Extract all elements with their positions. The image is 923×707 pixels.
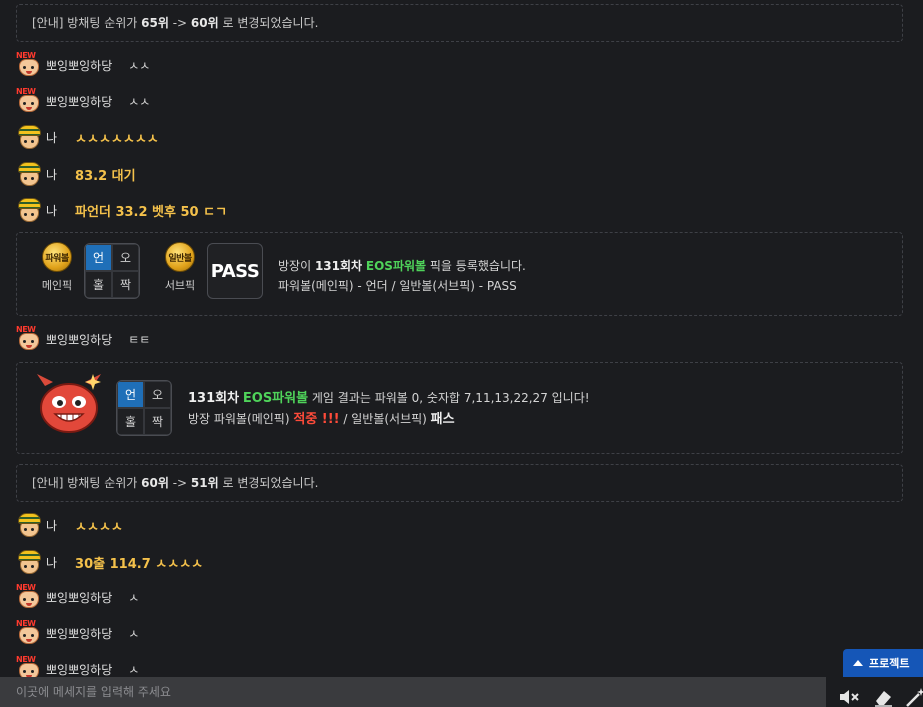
user-nickname[interactable]: 뽀잉뽀잉하당 <box>46 57 112 74</box>
user-avatar[interactable]: NEW <box>16 655 42 677</box>
message-text: ㅌㅌ <box>128 332 151 347</box>
pick-card: 파워볼 메인픽 언 오 홀 짝 일반볼 서브픽 PASS 방장이 131회차 E… <box>16 232 903 316</box>
result-card: 언 오 홀 짝 131회차 EOS파워볼 게임 결과는 파워볼 0, 숫자합 7… <box>16 362 903 454</box>
message-text: ㅅㅅ <box>128 94 151 109</box>
chat-message: 나 ㅅㅅㅅㅅㅅㅅㅅ <box>16 123 159 151</box>
pick-over: 오 <box>112 244 139 271</box>
pick-odd: 홀 <box>85 271 112 298</box>
user-nickname[interactable]: 나 <box>46 166 57 183</box>
message-input-bar <box>0 677 826 707</box>
message-text: ㅅㅅㅅㅅ <box>75 519 123 535</box>
my-avatar[interactable] <box>16 197 42 223</box>
magic-wand-icon[interactable] <box>904 687 923 707</box>
mute-speaker-icon[interactable] <box>838 687 860 707</box>
user-nickname[interactable]: 뽀잉뽀잉하당 <box>46 625 112 642</box>
chat-tools <box>826 677 923 707</box>
chat-message: 나 30출 114.7 ㅅㅅㅅㅅ <box>16 548 203 576</box>
user-nickname[interactable]: 뽀잉뽀잉하당 <box>46 93 112 110</box>
user-avatar[interactable]: NEW <box>16 583 42 610</box>
eraser-icon[interactable] <box>872 687 894 707</box>
result-card-text: 131회차 EOS파워볼 게임 결과는 파워볼 0, 숫자합 7,11,13,2… <box>188 388 590 430</box>
message-input[interactable] <box>16 685 796 699</box>
main-pick-grid: 언 오 홀 짝 <box>84 243 140 299</box>
my-avatar[interactable] <box>16 549 42 575</box>
message-text: 파언더 33.2 벳후 50 ㄷㄱ <box>75 204 228 220</box>
result-grid: 언 오 홀 짝 <box>116 380 172 436</box>
message-text: ㅅ <box>128 626 140 641</box>
main-pick: 파워볼 메인픽 <box>35 242 79 293</box>
my-avatar[interactable] <box>16 124 42 150</box>
user-avatar[interactable]: NEW <box>16 619 42 646</box>
normalball-icon: 일반볼 <box>165 242 195 272</box>
user-nickname[interactable]: 나 <box>46 517 57 534</box>
devil-mascot-icon <box>37 374 101 433</box>
sub-pick-label: 서브픽 <box>164 279 196 292</box>
main-pick-label: 메인픽 <box>41 279 73 292</box>
pick-line-1: 방장이 131회차 EOS파워볼 픽을 등록했습니다. <box>278 259 526 273</box>
pass-badge: PASS <box>207 243 263 299</box>
chat-message: 나 파언더 33.2 벳후 50 ㄷㄱ <box>16 196 227 224</box>
result-line-2: 방장 파워볼(메인픽) 적중 !!! / 일반볼(서브픽) 패스 <box>188 412 455 427</box>
message-text: 83.2 대기 <box>75 168 136 184</box>
chat-message: 나 ㅅㅅㅅㅅ <box>16 511 123 539</box>
my-avatar[interactable] <box>16 161 42 187</box>
rank-notice: [안내] 방채팅 순위가 65위 -> 60위 로 변경되었습니다. <box>16 4 903 42</box>
user-avatar[interactable]: NEW <box>16 51 42 78</box>
chat-message: 나 83.2 대기 <box>16 160 136 188</box>
result-over: 오 <box>144 381 171 408</box>
message-text: ㅅㅅㅅㅅㅅㅅㅅ <box>75 131 159 147</box>
message-text: ㅅ <box>128 590 140 605</box>
chat-message: NEW 뽀잉뽀잉하당 ㅅ <box>16 619 139 647</box>
sub-pick: 일반볼 서브픽 <box>158 242 202 293</box>
pick-under: 언 <box>85 244 112 271</box>
my-avatar[interactable] <box>16 512 42 538</box>
chat-message: NEW 뽀잉뽀잉하당 ㅅ <box>16 583 139 611</box>
pick-card-text: 방장이 131회차 EOS파워볼 픽을 등록했습니다. 파워볼(메인픽) - 언… <box>278 256 526 296</box>
message-text: ㅅㅅ <box>128 58 151 73</box>
user-nickname[interactable]: 뽀잉뽀잉하당 <box>46 661 112 678</box>
powerball-icon: 파워볼 <box>42 242 72 272</box>
result-under: 언 <box>117 381 144 408</box>
caret-up-icon <box>853 660 863 666</box>
user-avatar[interactable]: NEW <box>16 325 42 352</box>
chat-log: [안내] 방채팅 순위가 65위 -> 60위 로 변경되었습니다. NEW 뽀… <box>0 0 923 677</box>
message-text: ㅅ <box>128 662 140 677</box>
result-odd: 홀 <box>117 408 144 435</box>
chat-message: NEW 뽀잉뽀잉하당 ㅅㅅ <box>16 87 150 115</box>
project-button[interactable]: 프로젝트 <box>843 649 923 677</box>
user-nickname[interactable]: 뽀잉뽀잉하당 <box>46 331 112 348</box>
user-avatar[interactable]: NEW <box>16 87 42 114</box>
result-line-1: 131회차 EOS파워볼 게임 결과는 파워볼 0, 숫자합 7,11,13,2… <box>188 391 590 406</box>
result-even: 짝 <box>144 408 171 435</box>
user-nickname[interactable]: 뽀잉뽀잉하당 <box>46 589 112 606</box>
chat-message: NEW 뽀잉뽀잉하당 ㅅ <box>16 655 139 677</box>
pick-even: 짝 <box>112 271 139 298</box>
user-nickname[interactable]: 나 <box>46 202 57 219</box>
chat-message: NEW 뽀잉뽀잉하당 ㅌㅌ <box>16 325 150 353</box>
user-nickname[interactable]: 나 <box>46 129 57 146</box>
pick-line-2: 파워볼(메인픽) - 언더 / 일반볼(서브픽) - PASS <box>278 279 517 293</box>
user-nickname[interactable]: 나 <box>46 554 57 571</box>
message-text: 30출 114.7 ㅅㅅㅅㅅ <box>75 556 204 572</box>
rank-notice: [안내] 방채팅 순위가 60위 -> 51위 로 변경되었습니다. <box>16 464 903 502</box>
chat-message: NEW 뽀잉뽀잉하당 ㅅㅅ <box>16 51 150 79</box>
